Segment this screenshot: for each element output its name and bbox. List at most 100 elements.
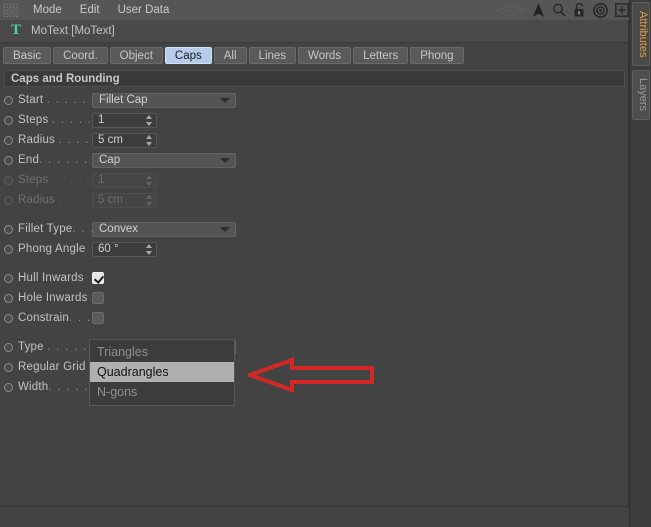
spinner-arrows-icon[interactable] — [145, 134, 152, 146]
steps-end-value: 1 — [98, 174, 105, 186]
animate-bullet-icon[interactable] — [4, 382, 13, 392]
animate-bullet-icon[interactable] — [4, 95, 13, 105]
tab-basic[interactable]: Basic — [3, 47, 52, 64]
fillet-type-value: Convex — [99, 223, 138, 235]
label-phong-angle: Phong Angle — [18, 243, 86, 255]
menu-bar-icon-group — [495, 0, 651, 20]
tab-words[interactable]: Words — [298, 47, 352, 64]
tab-phong[interactable]: Phong — [410, 47, 464, 64]
steps-end-field: 1 — [92, 172, 157, 188]
row-hole-inwards: Hole Inwards — [0, 288, 629, 308]
label-steps-end: Steps . . . . . . — [18, 174, 92, 186]
row-radius-end: Radius . . . . . 5 cm — [0, 190, 629, 210]
phong-angle-value: 60 ° — [98, 243, 119, 255]
object-title-bar: T MoText [MoText] — [0, 20, 629, 43]
cinema4d-attributes-panel: Mode Edit User Data T MoText [MoText] Ba… — [0, 0, 651, 527]
drag-grip-icon[interactable] — [3, 3, 19, 17]
attribute-tab-strip: Basic Coord. Object Caps All Lines Words… — [0, 45, 629, 66]
spinner-arrows-icon — [145, 194, 152, 206]
animate-bullet-icon[interactable] — [4, 362, 13, 372]
start-cap-combo[interactable]: Fillet Cap — [92, 92, 236, 108]
fillet-type-combo[interactable]: Convex — [92, 221, 236, 237]
end-cap-value: Cap — [99, 154, 121, 166]
tab-letters[interactable]: Letters — [353, 47, 409, 64]
type-dropdown-menu: Triangles Quadrangles N-gons — [89, 339, 235, 406]
label-type: Type . . . . . . . — [18, 341, 92, 353]
row-constrain: Constrain. . . — [0, 308, 629, 328]
dock-tab-layers[interactable]: Layers — [632, 70, 650, 120]
label-start: Start . . . . . . . — [18, 94, 92, 106]
menu-item-mode[interactable]: Mode — [24, 0, 71, 20]
row-steps-start: Steps . . . . . . 1 — [0, 110, 629, 130]
row-spacer — [0, 328, 629, 337]
phong-angle-field[interactable]: 60 ° — [92, 241, 157, 257]
menu-item-edit[interactable]: Edit — [71, 0, 109, 20]
plus-box-icon[interactable] — [615, 3, 629, 17]
menu-bar: Mode Edit User Data — [0, 0, 651, 20]
row-spacer — [0, 210, 629, 219]
menu-item-user-data[interactable]: User Data — [109, 0, 179, 20]
label-steps-start: Steps . . . . . . — [18, 114, 92, 126]
tab-object[interactable]: Object — [109, 47, 163, 64]
search-icon[interactable] — [552, 3, 566, 17]
tab-all[interactable]: All — [213, 47, 247, 64]
start-cap-value: Fillet Cap — [99, 94, 148, 106]
animate-bullet-icon[interactable] — [4, 155, 13, 165]
tab-caps[interactable]: Caps — [164, 47, 212, 64]
animate-bullet-icon[interactable] — [4, 244, 13, 254]
chevron-down-icon — [220, 158, 230, 163]
animate-bullet-icon[interactable] — [4, 293, 13, 303]
radius-end-field: 5 cm — [92, 192, 157, 208]
hole-inwards-checkbox[interactable] — [92, 292, 104, 304]
label-end: End. . . . . . . . — [18, 154, 92, 166]
tab-coord[interactable]: Coord. — [53, 47, 108, 64]
spinner-arrows-icon[interactable] — [145, 114, 152, 126]
object-title: MoText [MoText] — [31, 25, 115, 37]
spinner-arrows-icon[interactable] — [145, 243, 152, 255]
row-fillet-type: Fillet Type. . . Convex — [0, 219, 629, 239]
animate-bullet-icon — [4, 195, 13, 205]
motext-object-icon: T — [10, 22, 21, 38]
spinner-arrows-icon — [145, 174, 152, 186]
animate-bullet-icon[interactable] — [4, 273, 13, 283]
hull-inwards-checkbox[interactable] — [92, 272, 104, 284]
radius-end-value: 5 cm — [98, 194, 123, 206]
animate-bullet-icon[interactable] — [4, 115, 13, 125]
annotation-arrow-icon — [248, 357, 374, 393]
radius-start-field[interactable]: 5 cm — [92, 132, 157, 148]
steps-start-field[interactable]: 1 — [92, 112, 157, 128]
row-spacer — [0, 259, 629, 268]
dropdown-option-n-gons[interactable]: N-gons — [90, 382, 234, 402]
panel-bottom-border — [0, 506, 629, 507]
dropdown-option-triangles[interactable]: Triangles — [90, 342, 234, 362]
dropdown-option-quadrangles[interactable]: Quadrangles — [90, 362, 234, 382]
lock-icon[interactable] — [573, 2, 586, 18]
animate-bullet-icon[interactable] — [4, 313, 13, 323]
animate-bullet-icon[interactable] — [4, 342, 13, 352]
label-width: Width. . . . . . — [18, 381, 92, 393]
label-radius-end: Radius . . . . . — [18, 194, 92, 206]
section-header-label: Caps and Rounding — [11, 72, 120, 85]
label-constrain: Constrain. . . — [18, 312, 92, 324]
animate-bullet-icon — [4, 175, 13, 185]
chevron-down-icon — [220, 98, 230, 103]
right-dock: Attributes Layers — [629, 0, 651, 527]
row-radius-start: Radius . . . . . 5 cm — [0, 130, 629, 150]
radius-start-value: 5 cm — [98, 134, 123, 146]
label-hole-inwards: Hole Inwards — [18, 292, 88, 304]
section-header-caps-and-rounding: Caps and Rounding — [4, 70, 625, 87]
wireframe-icon — [495, 3, 525, 17]
row-phong-angle: Phong Angle 60 ° — [0, 239, 629, 259]
animate-bullet-icon[interactable] — [4, 224, 13, 234]
end-cap-combo[interactable]: Cap — [92, 152, 236, 168]
animate-bullet-icon[interactable] — [4, 135, 13, 145]
row-end: End. . . . . . . . Cap — [0, 150, 629, 170]
tab-lines[interactable]: Lines — [248, 47, 297, 64]
target-icon[interactable] — [593, 2, 608, 18]
steps-start-value: 1 — [98, 114, 105, 126]
constrain-checkbox[interactable] — [92, 312, 104, 324]
dock-tab-attributes[interactable]: Attributes — [632, 2, 650, 66]
label-hull-inwards: Hull Inwards — [18, 272, 84, 284]
cursor-arrow-icon[interactable] — [532, 2, 545, 18]
row-steps-end: Steps . . . . . . 1 — [0, 170, 629, 190]
